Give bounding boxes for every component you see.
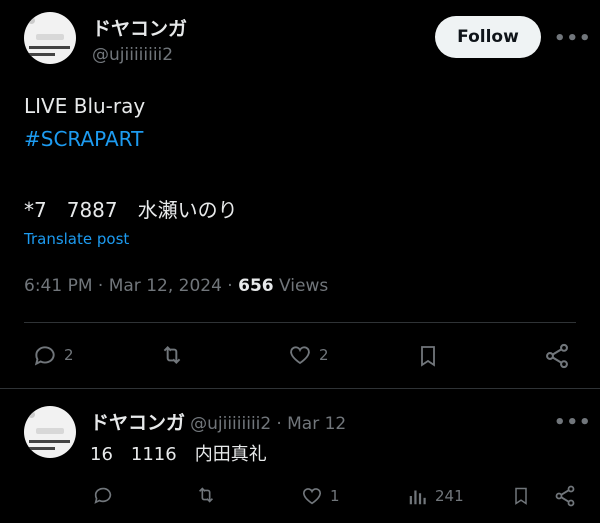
more-icon[interactable]: ••• <box>554 412 592 433</box>
reply-icon <box>94 487 112 504</box>
like-icon <box>290 346 310 365</box>
author-handle[interactable]: @ujiiiiiiii2 <box>190 414 271 434</box>
reply-count: 2 <box>64 346 74 364</box>
translate-link[interactable]: Translate post <box>24 230 129 248</box>
like-button[interactable]: 1 <box>300 485 340 507</box>
hashtag-link[interactable]: #SCRAPART <box>24 127 143 151</box>
timestamp[interactable]: 6:41 PM · Mar 12, 2024 · <box>24 276 238 296</box>
tweet-text-line: *7 7887 水瀬いのり <box>24 198 238 222</box>
share-icon <box>546 343 568 369</box>
like-button[interactable]: 2 <box>287 343 329 367</box>
views-count: 241 <box>435 487 464 505</box>
bookmark-button[interactable] <box>511 484 531 508</box>
tweet-text-line: LIVE Blu-ray <box>24 94 146 118</box>
retweet-icon <box>163 346 181 364</box>
follow-button[interactable]: Follow <box>435 16 541 58</box>
tweet-date[interactable]: · Mar 12 <box>276 414 346 434</box>
more-icon[interactable]: ••• <box>554 28 592 49</box>
views-button[interactable]: 241 <box>407 485 464 507</box>
retweet-button[interactable] <box>194 484 218 506</box>
share-button[interactable] <box>543 342 571 370</box>
avatar[interactable] <box>24 406 76 458</box>
avatar[interactable] <box>24 12 76 64</box>
share-button[interactable] <box>553 484 577 508</box>
views-icon <box>409 490 426 505</box>
views-label: Views <box>273 276 329 296</box>
author-name[interactable]: ドヤコンガ <box>92 14 187 41</box>
tweet-meta: 6:41 PM · Mar 12, 2024 · 656 Views <box>24 276 328 296</box>
reply-header: ドヤコンガ @ujiiiiiiii2 · Mar 12 <box>90 408 346 435</box>
divider <box>0 388 600 389</box>
author-name[interactable]: ドヤコンガ <box>90 412 185 434</box>
divider <box>24 322 576 323</box>
bookmark-icon <box>515 487 527 505</box>
like-icon <box>302 488 322 505</box>
retweet-button[interactable] <box>158 342 186 368</box>
reply-button[interactable]: 2 <box>32 342 74 368</box>
author-handle[interactable]: @ujiiiiiiii2 <box>92 45 173 65</box>
reply-icon <box>34 346 55 366</box>
bookmark-button[interactable] <box>416 342 440 370</box>
views-count: 656 <box>238 276 274 296</box>
reply-text: 16 1116 内田真礼 <box>90 444 267 465</box>
like-count: 1 <box>330 487 340 505</box>
like-count: 2 <box>319 346 329 364</box>
retweet-icon <box>198 487 214 503</box>
bookmark-icon <box>421 346 435 367</box>
reply-button[interactable] <box>92 484 114 506</box>
share-icon <box>555 485 575 507</box>
